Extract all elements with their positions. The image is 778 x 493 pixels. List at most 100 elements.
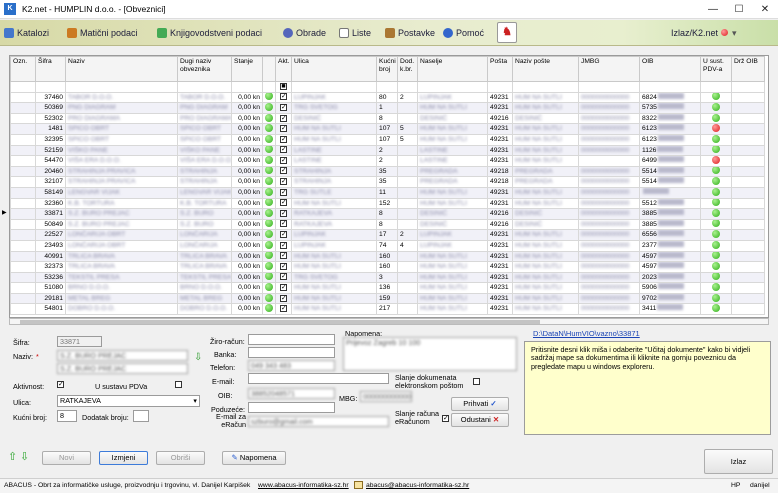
naselje-cell[interactable]: HUM NA SUTLI xyxy=(417,303,488,316)
status-cell[interactable] xyxy=(262,112,276,125)
table-row[interactable]: 54470 VIŠA ERA D.O.O. VIŠA ERA D.O.O. 0,00 … xyxy=(10,155,765,167)
akt-cell[interactable]: ✓ xyxy=(275,91,292,104)
documents-folder-link[interactable]: D:\DataN\HumVIO\vazno\33871 xyxy=(533,329,640,338)
active-checkbox[interactable]: ✓ xyxy=(280,241,287,249)
oib-cell[interactable]: 6499 xyxy=(639,155,701,167)
sifra-cell[interactable]: 50369 xyxy=(35,102,66,114)
ulica-cell[interactable]: RATKAJEVA xyxy=(291,208,377,220)
prihvati-button[interactable]: Prihvati ✓ xyxy=(451,397,509,411)
horizontal-scrollbar[interactable] xyxy=(9,318,769,325)
oib-cell[interactable]: 6123 xyxy=(639,123,701,135)
status-cell[interactable] xyxy=(262,271,276,284)
sifra-cell[interactable]: 52302 xyxy=(35,112,66,125)
sifra-cell[interactable]: 54801 xyxy=(35,303,66,316)
naziv-poste-cell[interactable]: HUM NA SUTLI xyxy=(512,102,579,114)
drz-oib-cell[interactable] xyxy=(731,176,765,188)
status-cell[interactable] xyxy=(262,102,276,114)
pdv-cell[interactable] xyxy=(700,186,732,199)
dod-kbr-cell[interactable] xyxy=(397,218,418,231)
izlaz-button[interactable]: Izlaz xyxy=(704,449,773,474)
ozn-cell[interactable] xyxy=(10,133,36,146)
naselje-cell[interactable]: LASTINE xyxy=(417,144,488,157)
scrollbar-thumb[interactable] xyxy=(20,320,540,324)
sifra-cell[interactable]: 53236 xyxy=(35,271,66,284)
naselje-cell[interactable]: HUM NA SUTLI xyxy=(417,261,488,273)
col-dod-kbr[interactable]: Dod. k.br. xyxy=(397,56,418,82)
active-checkbox[interactable]: ✓ xyxy=(280,188,287,196)
ulica-cell[interactable]: RATKAJEVA xyxy=(291,218,377,231)
ozn-cell[interactable] xyxy=(10,292,36,305)
dugi-naziv-cell[interactable]: DOBRO D.O.O. xyxy=(177,303,232,316)
pdv-cell[interactable] xyxy=(700,303,732,316)
table-row[interactable]: 37460 TABOR D.O.O. TABOR D.O.O. 0,00 kn ✓ LUP… xyxy=(10,91,765,104)
akt-cell[interactable]: ✓ xyxy=(275,271,292,284)
kucni-broj-cell[interactable]: 2 xyxy=(376,144,398,157)
akt-cell[interactable]: ✓ xyxy=(275,218,292,231)
menu-postavke[interactable]: Postavke xyxy=(385,26,435,40)
jmbg-cell[interactable]: 0000000000000 xyxy=(578,91,640,104)
dod-kbr-cell[interactable] xyxy=(397,271,418,284)
pdv-cell[interactable] xyxy=(700,144,732,157)
col-oib[interactable]: OIB xyxy=(639,56,701,82)
status-cell[interactable] xyxy=(262,282,276,294)
oib-cell[interactable]: 3411 xyxy=(639,303,701,316)
stanje-cell[interactable]: 0,00 kn xyxy=(231,144,263,157)
ulica-cell[interactable]: LASTINE xyxy=(291,144,377,157)
ulica-cell[interactable]: TRG SVETOG xyxy=(291,271,377,284)
ozn-cell[interactable] xyxy=(10,250,36,263)
kucni-broj-cell[interactable]: 3 xyxy=(376,271,398,284)
akt-cell[interactable]: ✓ xyxy=(275,155,292,167)
dugi-naziv-cell[interactable]: S.Z. BURO xyxy=(177,218,232,231)
active-checkbox[interactable]: ✓ xyxy=(280,135,287,143)
pdv-cell[interactable] xyxy=(700,197,732,210)
dod-kbr-cell[interactable]: 5 xyxy=(397,123,418,135)
akt-cell[interactable]: ✓ xyxy=(275,303,292,316)
sifra-cell[interactable]: 22527 xyxy=(35,229,66,241)
kucni-broj-cell[interactable]: 35 xyxy=(376,176,398,188)
naziv-poste-cell[interactable]: DESINIĆ xyxy=(512,208,579,220)
pdv-cell[interactable] xyxy=(700,261,732,273)
col-pdv[interactable]: U sust. PDV-a xyxy=(700,56,732,82)
active-checkbox[interactable]: ✓ xyxy=(280,294,287,302)
posta-cell[interactable]: 49231 xyxy=(487,282,513,294)
mbg-field[interactable]: 0000000000000 xyxy=(360,391,412,402)
drz-oib-cell[interactable] xyxy=(731,271,765,284)
naselje-cell[interactable]: DESINIĆ xyxy=(417,112,488,125)
status-cell[interactable] xyxy=(262,250,276,263)
status-cell[interactable] xyxy=(262,292,276,305)
col-naselje[interactable]: Naselje xyxy=(417,56,488,82)
naselje-cell[interactable]: HUM NA SUTLI xyxy=(417,186,488,199)
telefon-field[interactable]: 049 343 483 xyxy=(248,360,335,371)
exit-k2-menu[interactable]: Izlaz/K2.net ▾ xyxy=(671,26,737,40)
jmbg-cell[interactable]: 0000000000000 xyxy=(578,176,640,188)
dod-kbr-cell[interactable]: 2 xyxy=(397,91,418,104)
naselje-cell[interactable]: LUPINJAK xyxy=(417,229,488,241)
sifra-field[interactable]: 33871 xyxy=(57,336,102,347)
status-cell[interactable] xyxy=(262,261,276,273)
naziv-cell[interactable]: BRNO D.O.O. xyxy=(65,282,178,294)
active-checkbox[interactable]: ✓ xyxy=(280,156,287,164)
sifra-cell[interactable]: 1481 xyxy=(35,123,66,135)
dugi-naziv-cell[interactable]: TRLICA BRAVA xyxy=(177,261,232,273)
ozn-cell[interactable] xyxy=(10,112,36,125)
naselje-cell[interactable]: HUM NA SUTLI xyxy=(417,271,488,284)
dugi-naziv-cell[interactable]: LONČARIJA xyxy=(177,239,232,252)
ozn-cell[interactable] xyxy=(10,239,36,252)
active-checkbox[interactable]: ✓ xyxy=(280,103,287,111)
table-row[interactable]: 54801 DOBRO D.O.O. DOBRO D.O.O. 0,00 kn ✓ HUM… xyxy=(10,303,765,316)
naziv-cell[interactable]: LONČARIJA OBRT xyxy=(65,229,178,241)
dod-kbr-cell[interactable] xyxy=(397,197,418,210)
naziv-cell[interactable]: SPICO OBRT xyxy=(65,133,178,146)
stanje-cell[interactable]: 0,00 kn xyxy=(231,261,263,273)
drz-oib-cell[interactable] xyxy=(731,102,765,114)
naziv-cell[interactable]: TABOR D.O.O. xyxy=(65,91,178,104)
sifra-cell[interactable]: 33871 xyxy=(35,208,66,220)
obrisi-button[interactable]: Obriši xyxy=(156,451,205,465)
pdv-cell[interactable] xyxy=(700,91,732,104)
ulica-cell[interactable]: HUM NA SUTLI xyxy=(291,282,377,294)
pdv-cell[interactable] xyxy=(700,208,732,220)
menu-obrade[interactable]: Obrade xyxy=(283,26,326,40)
posta-cell[interactable]: 49218 xyxy=(487,176,513,188)
stanje-cell[interactable]: 0,00 kn xyxy=(231,303,263,316)
status-cell[interactable] xyxy=(262,229,276,241)
